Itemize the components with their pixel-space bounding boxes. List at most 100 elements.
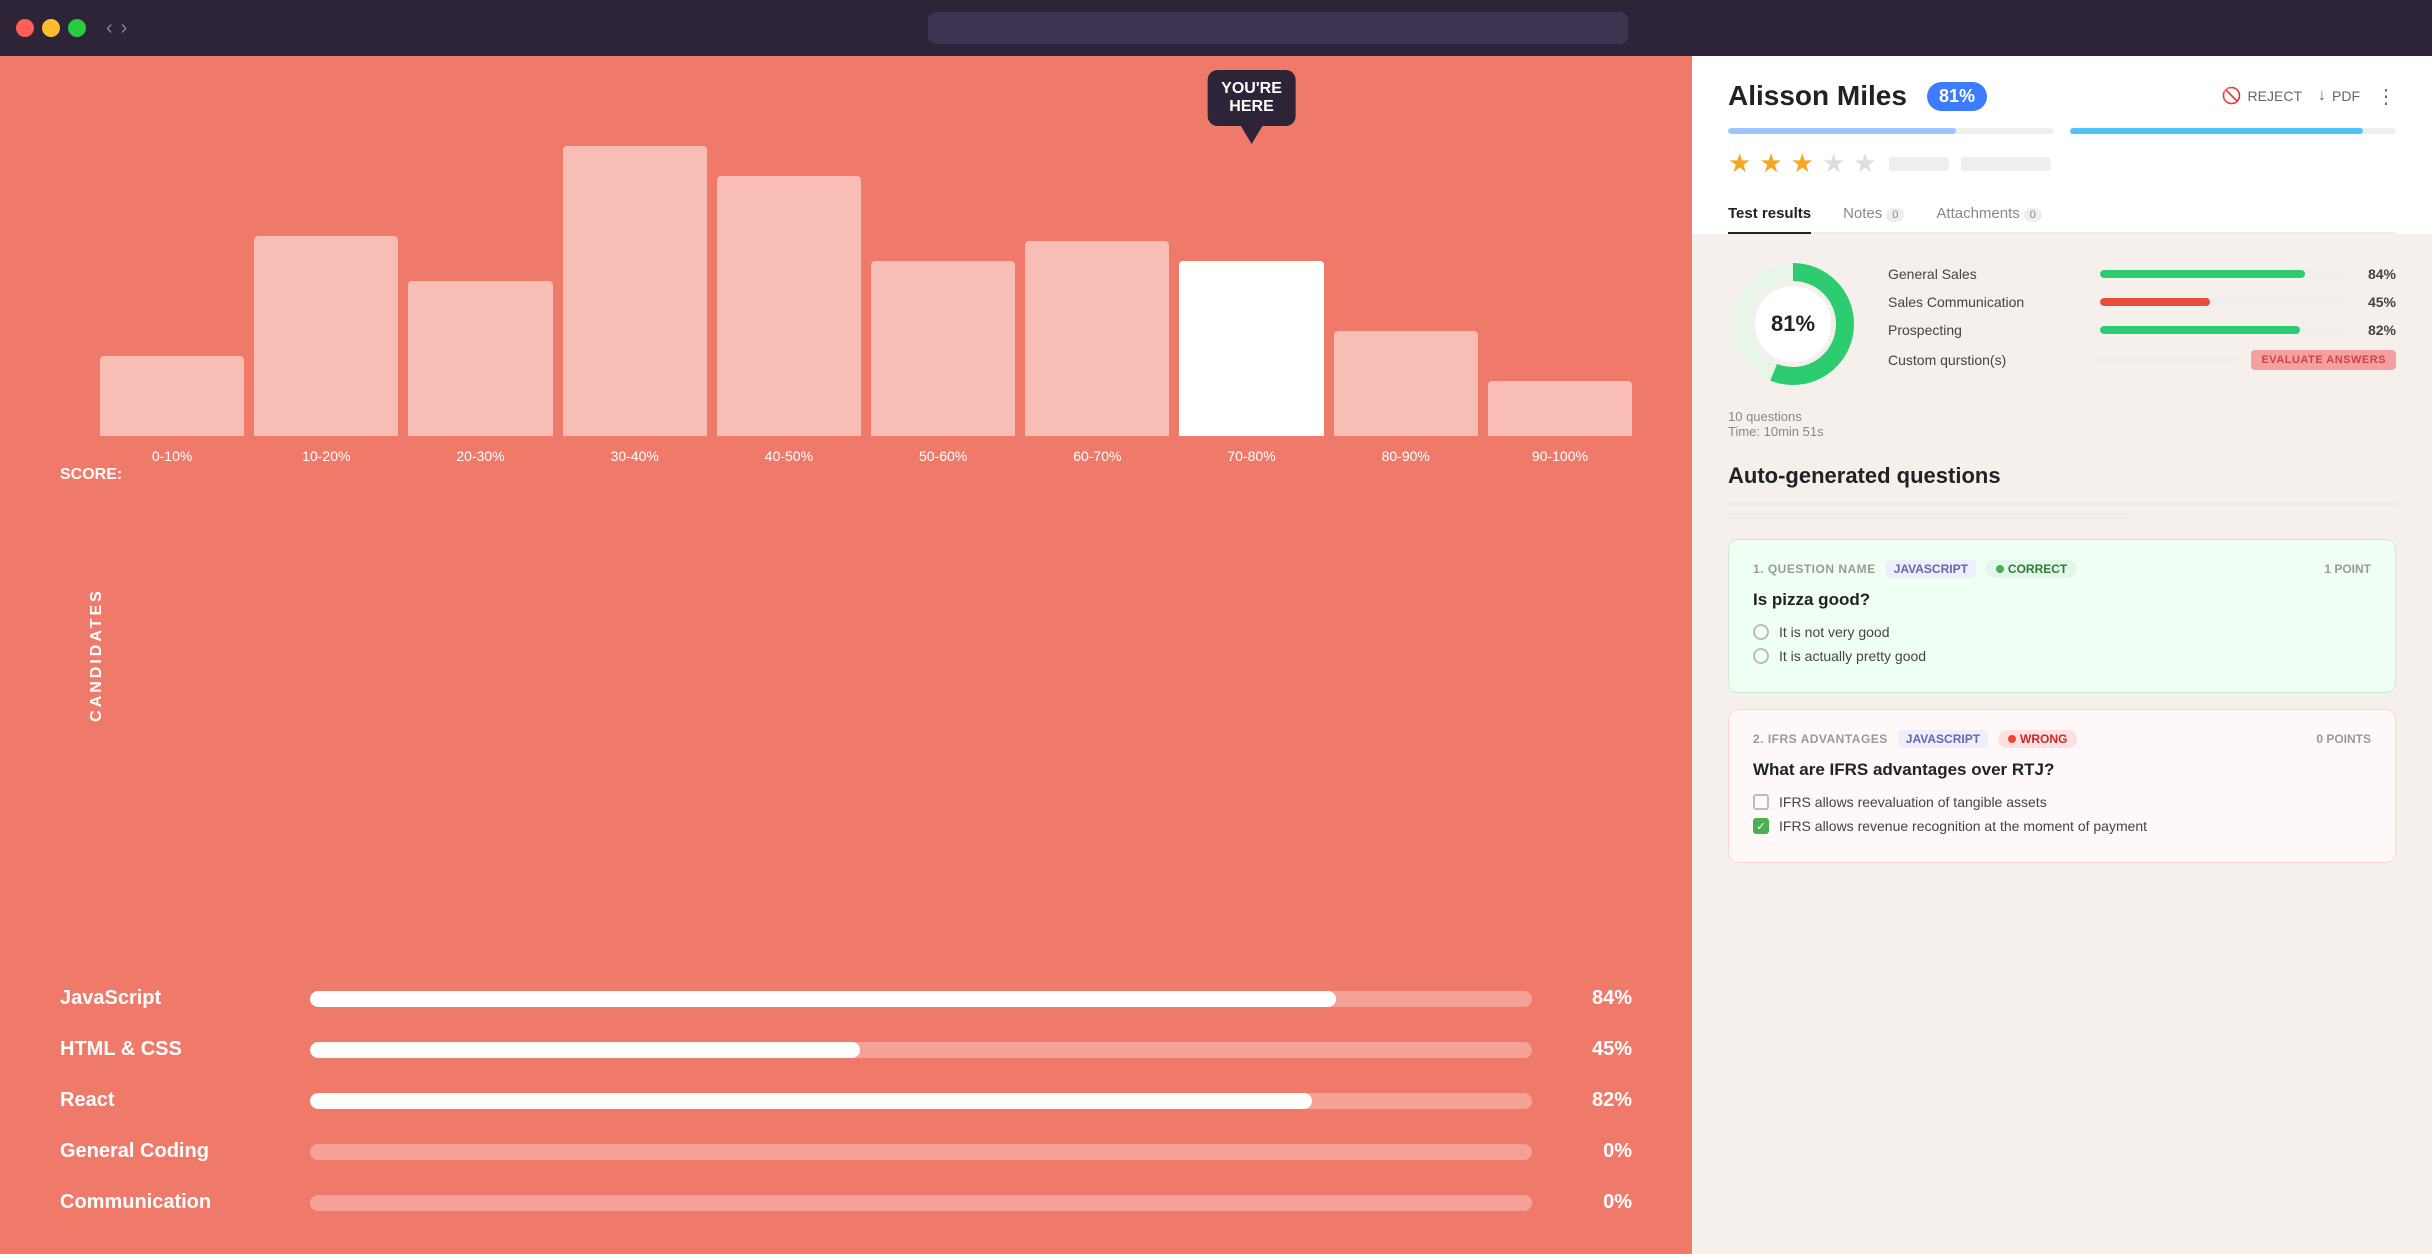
bar-group-30-40% — [563, 116, 707, 436]
legend-bar-fill — [2100, 270, 2305, 278]
legend-label: Custom qurstion(s) — [1888, 352, 2088, 368]
skill-bar-fill — [310, 991, 1336, 1007]
stars-row: ★ ★ ★ ★ ★ — [1728, 148, 2396, 179]
checkbox-input[interactable] — [1753, 794, 1769, 810]
radio-input[interactable] — [1753, 624, 1769, 640]
question-card: 1. QUESTION NAME JAVASCRIPT CORRECT 1 PO… — [1728, 539, 2396, 693]
x-label-30-40%: 30-40% — [563, 448, 707, 464]
tab-test-results[interactable]: Test results — [1728, 195, 1811, 234]
skill-name: HTML & CSS — [60, 1038, 280, 1061]
candidate-header: Alisson Miles 81% 🚫 REJECT ↓ PDF ⋮ ★★★★★ — [1692, 56, 2432, 235]
q-dot — [1996, 565, 2004, 573]
candidate-name: Alisson Miles — [1728, 80, 1907, 112]
right-panel[interactable]: Alisson Miles 81% 🚫 REJECT ↓ PDF ⋮ ★ ★ ★ ★ ★ — [1692, 56, 2432, 1254]
skill-pct: 82% — [1562, 1089, 1632, 1112]
tab-badge: 0 — [2024, 208, 2042, 222]
reject-label: REJECT — [2248, 88, 2302, 104]
back-arrow[interactable]: ‹ — [106, 18, 113, 38]
star-1[interactable]: ★ — [1759, 148, 1782, 179]
checkbox-input[interactable]: ✓ — [1753, 818, 1769, 834]
maximize-button[interactable] — [68, 19, 86, 37]
main-content: CANDIDATES YOU'RE HERE 0-10%10-20%20-30%… — [0, 56, 2432, 1254]
evaluate-button[interactable]: EVALUATE ANSWERS — [2251, 350, 2396, 370]
reject-button[interactable]: 🚫 REJECT — [2222, 86, 2302, 106]
skill-row-communication: Communication 0% — [60, 1191, 1632, 1214]
legend-bar-track — [2100, 298, 2344, 306]
skill-pct: 45% — [1562, 1038, 1632, 1061]
traffic-lights — [16, 19, 86, 37]
x-label-40-50%: 40-50% — [717, 448, 861, 464]
skill-row-javascript: JavaScript 84% — [60, 987, 1632, 1010]
bar-group-90-100% — [1488, 116, 1632, 436]
progress-bar-fill-1 — [2070, 128, 2363, 134]
questions-container: 1. QUESTION NAME JAVASCRIPT CORRECT 1 PO… — [1728, 539, 2396, 863]
more-button[interactable]: ⋮ — [2376, 84, 2396, 109]
bar-0-10% — [100, 356, 244, 436]
skill-pct: 84% — [1562, 987, 1632, 1010]
legend-label: General Sales — [1888, 266, 2088, 282]
legend-bar-track — [2100, 326, 2344, 334]
skill-bar-track — [310, 1093, 1532, 1109]
pdf-button[interactable]: ↓ PDF — [2318, 87, 2360, 105]
option-text: IFRS allows reevaluation of tangible ass… — [1779, 794, 2047, 810]
test-time: Time: 10min 51s — [1728, 424, 2396, 439]
bar-70-80% — [1179, 261, 1323, 436]
skill-bar-track — [310, 1195, 1532, 1211]
q-status: CORRECT — [1986, 560, 2077, 578]
forward-arrow[interactable]: › — [121, 18, 128, 38]
legend-row-general-sales: General Sales 84% — [1888, 266, 2396, 282]
x-axis: 0-10%10-20%20-30%30-40%40-50%50-60%60-70… — [60, 440, 1632, 464]
legend-label: Sales Communication — [1888, 294, 2088, 310]
star-2[interactable]: ★ — [1791, 148, 1814, 179]
skill-bar-track — [310, 1144, 1532, 1160]
star-label-2 — [1961, 157, 2051, 171]
option-text: It is actually pretty good — [1779, 648, 1926, 664]
bar-60-70% — [1025, 241, 1169, 436]
results-body: 81% General Sales 84% Sales Communicatio… — [1692, 235, 2432, 903]
star-4[interactable]: ★ — [1853, 148, 1876, 179]
tab-notes[interactable]: Notes0 — [1843, 195, 1904, 234]
q-option: It is actually pretty good — [1753, 648, 2371, 664]
tab-attachments[interactable]: Attachments0 — [1936, 195, 2042, 234]
url-bar[interactable] — [928, 12, 1628, 44]
star-3[interactable]: ★ — [1822, 148, 1845, 179]
close-button[interactable] — [16, 19, 34, 37]
progress-bars-row — [1728, 128, 2396, 134]
legend-row-sales-communication: Sales Communication 45% — [1888, 294, 2396, 310]
radio-input[interactable] — [1753, 648, 1769, 664]
donut-chart: 81% — [1728, 259, 1858, 389]
q-dot — [2008, 735, 2016, 743]
q-text: Is pizza good? — [1753, 590, 2371, 610]
skill-bar-track — [310, 1042, 1532, 1058]
auto-section-bar1 — [1728, 501, 2396, 507]
qcard-header: 2. IFRS ADVANTAGES JAVASCRIPT WRONG 0 PO… — [1753, 730, 2371, 748]
bar-20-30% — [408, 281, 552, 436]
skill-bar-fill — [310, 1093, 1312, 1109]
donut-section: 81% General Sales 84% Sales Communicatio… — [1728, 259, 2396, 389]
donut-center-label: 81% — [1771, 311, 1815, 337]
x-label-90-100%: 90-100% — [1488, 448, 1632, 464]
x-label-80-90%: 80-90% — [1334, 448, 1478, 464]
test-meta: 10 questions Time: 10min 51s — [1728, 409, 2396, 439]
bar-10-20% — [254, 236, 398, 436]
skill-row-react: React 82% — [60, 1089, 1632, 1112]
skill-row-html-&-css: HTML & CSS 45% — [60, 1038, 1632, 1061]
bar-90-100% — [1488, 381, 1632, 436]
pdf-label: PDF — [2332, 88, 2360, 104]
x-label-20-30%: 20-30% — [408, 448, 552, 464]
skill-row-general-coding: General Coding 0% — [60, 1140, 1632, 1163]
qcard-header: 1. QUESTION NAME JAVASCRIPT CORRECT 1 PO… — [1753, 560, 2371, 578]
bar-group-70-80%: YOU'RE HERE — [1179, 116, 1323, 436]
tab-badge: 0 — [1886, 208, 1904, 222]
q-option: ✓ IFRS allows revenue recognition at the… — [1753, 818, 2371, 834]
x-label-60-70%: 60-70% — [1025, 448, 1169, 464]
legend-bar-fill — [2100, 298, 2210, 306]
legend-row-prospecting: Prospecting 82% — [1888, 322, 2396, 338]
legend-pct: 84% — [2356, 266, 2396, 282]
legend-bar-track — [2100, 270, 2344, 278]
star-0[interactable]: ★ — [1728, 148, 1751, 179]
chart-area: YOU'RE HERE 0-10%10-20%20-30%30-40%40-50… — [60, 96, 1632, 939]
legend-pct: 45% — [2356, 294, 2396, 310]
q-status: WRONG — [1998, 730, 2077, 748]
minimize-button[interactable] — [42, 19, 60, 37]
